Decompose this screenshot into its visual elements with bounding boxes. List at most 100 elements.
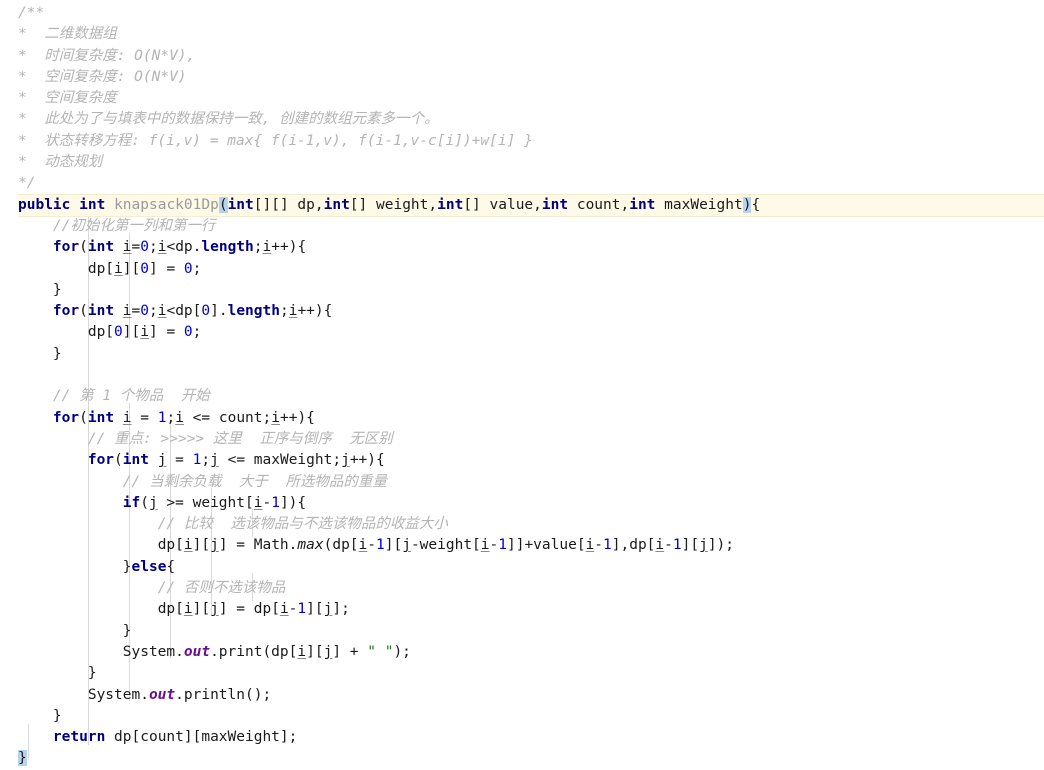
- code-line-close-brace-5[interactable]: }: [0, 706, 1044, 727]
- expr: dp[: [157, 601, 184, 618]
- code-line-javadoc-close[interactable]: */: [0, 173, 1044, 194]
- code-line-for-items[interactable]: for(int i = 1;i <= count;i++){: [0, 408, 1044, 429]
- static-field-out: out: [183, 643, 211, 660]
- expr: -weight[: [410, 537, 481, 554]
- code-line-comment-remaining-load[interactable]: // 当剩余负载 大于 所选物品的重量: [0, 472, 1044, 493]
- code-line-blank-1[interactable]: [0, 365, 1044, 386]
- variable-j: j: [402, 537, 411, 554]
- expr: ] =: [148, 324, 184, 341]
- expr: <dp[: [166, 303, 202, 320]
- op: ;: [149, 239, 158, 256]
- code-line-println[interactable]: System.out.println();: [0, 685, 1044, 706]
- code-line-close-brace-3[interactable]: }: [0, 621, 1044, 642]
- expr: ][: [306, 643, 324, 660]
- op: =: [131, 239, 141, 256]
- for-keyword: for: [87, 452, 115, 469]
- code-line-javadoc-1[interactable]: * 二维数据组: [0, 24, 1044, 45]
- code-line-for-weights[interactable]: for(int j = 1;j <= maxWeight;j++){: [0, 450, 1044, 471]
- param-type-keyword: int: [437, 196, 464, 213]
- code-line-else[interactable]: }else{: [0, 557, 1044, 578]
- for-keyword: for: [52, 239, 80, 256]
- punct: (: [114, 452, 123, 469]
- length-field: length: [227, 303, 280, 320]
- code-line-close-brace-1[interactable]: }: [0, 280, 1044, 301]
- variable-i: i: [358, 537, 368, 554]
- code-line-javadoc-6[interactable]: * 状态转移方程: f(i,v) = max{ f(i-1,v), f(i-1,…: [0, 131, 1044, 152]
- code-line-comment-item-start[interactable]: // 第 1 个物品 开始: [0, 386, 1044, 407]
- code-line-dp-assign-max[interactable]: dp[i][j] = Math.max(dp[i-1][j-weight[i-1…: [0, 535, 1044, 556]
- punct: ++){: [349, 452, 385, 469]
- close-brace: }: [122, 622, 132, 639]
- punct: ]);: [707, 537, 735, 554]
- expr: dp[: [87, 324, 115, 341]
- number-literal: 0: [140, 303, 149, 320]
- expr: ][: [122, 324, 141, 341]
- code-line-javadoc-7[interactable]: * 动态规划: [0, 152, 1044, 173]
- code-line-dp-0-i[interactable]: dp[0][i] = 0;: [0, 322, 1044, 343]
- code-editor[interactable]: /** * 二维数据组 * 时间复杂度: O(N*V), * 空间复杂度: O(…: [0, 0, 1044, 767]
- method-call-max: max: [297, 537, 324, 554]
- close-brace: }: [87, 665, 97, 682]
- code-line-comment-else[interactable]: // 否则不选该物品: [0, 578, 1044, 599]
- expr: <= count;: [183, 409, 272, 426]
- string-literal-space: " ": [367, 643, 394, 660]
- op: -: [594, 537, 604, 554]
- code-line-comment-init[interactable]: //初始化第一列和第一行: [0, 216, 1044, 237]
- code-line-dp-i-0[interactable]: dp[i][0] = 0;: [0, 259, 1044, 280]
- op: =: [131, 303, 141, 320]
- expr: dp[: [157, 537, 184, 554]
- expr: ]]+value[: [506, 537, 586, 554]
- expr: (dp[: [323, 537, 359, 554]
- punct: (: [140, 494, 149, 511]
- code-line-method-close-brace[interactable]: }: [0, 748, 1044, 769]
- code-line-javadoc-4[interactable]: * 空间复杂度: [0, 88, 1044, 109]
- code-line-print[interactable]: System.out.print(dp[i][j] + " ");: [0, 642, 1044, 663]
- code-line-for-init-rows[interactable]: for(int i=0;i<dp.length;i++){: [0, 237, 1044, 258]
- expr: dp[count][maxWeight];: [105, 729, 298, 746]
- code-line-dp-assign-prev[interactable]: dp[i][j] = dp[i-1][j];: [0, 599, 1044, 620]
- code-line-close-brace-2[interactable]: }: [0, 344, 1044, 365]
- expr: ][: [384, 537, 403, 554]
- variable-j: j: [210, 537, 219, 554]
- param-text: [][] dp,: [253, 196, 324, 213]
- punct: );: [393, 643, 411, 660]
- class-ref: System.: [122, 643, 184, 660]
- code-line-javadoc-5[interactable]: * 此处为了与填表中的数据保持一致, 创建的数组元素多一个。: [0, 109, 1044, 130]
- code-line-return[interactable]: return dp[count][maxWeight];: [0, 727, 1044, 748]
- close-brace: }: [52, 281, 62, 298]
- param-text: count,: [568, 196, 630, 213]
- javadoc-line-text: * 此处为了与填表中的数据保持一致, 创建的数组元素多一个。: [18, 111, 439, 128]
- variable-i: i: [279, 601, 289, 618]
- code-line-javadoc-open[interactable]: /**: [0, 3, 1044, 24]
- code-line-method-signature[interactable]: public int knapsack01Dp(int[][] dp,int[]…: [18, 194, 1044, 216]
- length-field: length: [201, 239, 254, 256]
- code-line-javadoc-3[interactable]: * 空间复杂度: O(N*V): [0, 67, 1044, 88]
- code-line-comment-key-point[interactable]: // 重点: >>>>> 这里 正序与倒序 无区别: [0, 429, 1044, 450]
- code-line-if-cond[interactable]: if(j >= weight[i-1]){: [0, 493, 1044, 514]
- op: =: [166, 452, 193, 469]
- variable-i: i: [262, 239, 272, 256]
- open-brace: {: [751, 196, 761, 213]
- code-line-for-init-cols[interactable]: for(int i=0;i<dp[0].length;i++){: [0, 301, 1044, 322]
- code-line-javadoc-2[interactable]: * 时间复杂度: O(N*V),: [0, 46, 1044, 67]
- code-line-close-brace-4[interactable]: }: [0, 663, 1044, 684]
- punct: (: [79, 409, 88, 426]
- variable-j: j: [341, 452, 350, 469]
- param-text: [] weight,: [349, 196, 438, 213]
- variable-i: i: [271, 409, 280, 426]
- op: ;: [253, 239, 263, 256]
- comment-key-point: // 重点: >>>>> 这里 正序与倒序 无区别: [87, 430, 393, 447]
- variable-j: j: [148, 494, 158, 511]
- op: -: [489, 537, 499, 554]
- code-line-comment-compare[interactable]: // 比较 选该物品与不选该物品的收益大小: [0, 514, 1044, 535]
- param-type-keyword: int: [323, 196, 350, 213]
- else-keyword: else: [131, 558, 167, 575]
